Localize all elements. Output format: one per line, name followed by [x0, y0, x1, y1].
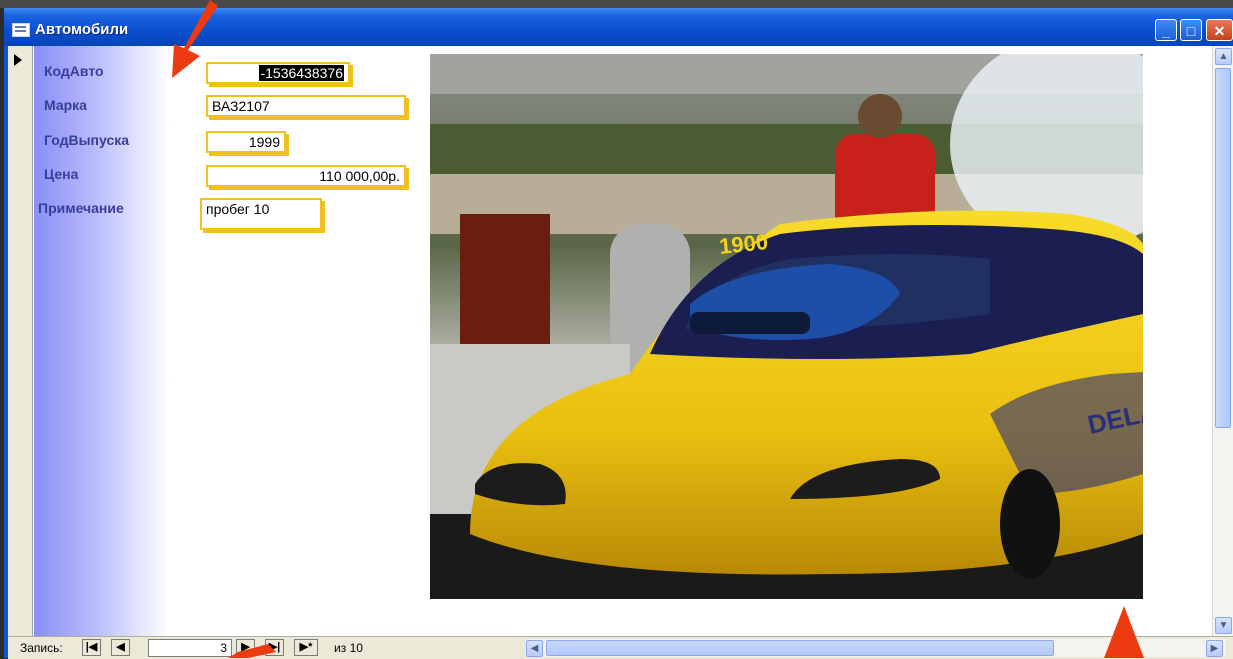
first-record-icon: |◀ — [85, 641, 98, 653]
field-cena[interactable]: 110 000,00р. — [206, 165, 406, 187]
prev-record-button[interactable]: ◀ — [111, 639, 130, 656]
new-record-icon: ▶* — [299, 641, 313, 653]
label-kodavto: КодАвто — [44, 63, 104, 79]
desktop-strip — [0, 0, 1233, 8]
chevron-down-icon: ▼ — [1218, 620, 1229, 631]
first-record-button[interactable]: |◀ — [82, 639, 101, 656]
field-godvypuska[interactable]: 1999 — [206, 131, 286, 153]
close-icon: ✕ — [1213, 23, 1226, 39]
car-photo[interactable]: 1900 DELA — [430, 54, 1143, 599]
svg-text:1900: 1900 — [718, 229, 769, 259]
horizontal-scrollbar[interactable]: ◀ ▶ — [526, 639, 1226, 657]
form-body: КодАвто -1536438376 Марка ВАЗ2107 ГодВып… — [8, 46, 1233, 659]
car-photo-image: 1900 DELA — [430, 54, 1143, 599]
label-marka: Марка — [44, 97, 87, 113]
scroll-right-button[interactable]: ▶ — [1206, 640, 1223, 657]
field-kodavto-value: -1536438376 — [259, 65, 344, 81]
minimize-icon: _ — [1162, 23, 1170, 39]
maximize-button[interactable]: □ — [1180, 19, 1202, 41]
last-record-icon: ▶| — [268, 641, 281, 653]
last-record-button[interactable]: ▶| — [265, 639, 284, 656]
next-record-button[interactable]: ▶ — [236, 639, 255, 656]
vertical-scrollbar[interactable]: ▲ ▼ — [1212, 46, 1233, 636]
form-window: Автомобили _ □ ✕ КодАвто -1536438376 Мар… — [4, 8, 1233, 659]
label-godvypuska: ГодВыпуска — [44, 132, 130, 148]
new-record-button[interactable]: ▶* — [294, 639, 318, 656]
minimize-button[interactable]: _ — [1155, 19, 1177, 41]
chevron-left-icon: ◀ — [530, 643, 539, 654]
close-button[interactable]: ✕ — [1206, 19, 1233, 41]
current-record-icon — [14, 54, 22, 66]
window-title: Автомобили — [35, 21, 129, 38]
maximize-icon: □ — [1186, 23, 1196, 39]
title-bar[interactable]: Автомобили _ □ ✕ — [4, 8, 1233, 46]
total-records: 10 — [349, 641, 363, 655]
horizontal-scroll-thumb[interactable] — [546, 640, 1054, 656]
label-cena: Цена — [44, 166, 79, 182]
record-count: из 10 — [334, 641, 363, 655]
vertical-scroll-thumb[interactable] — [1215, 68, 1231, 428]
field-primechanie[interactable]: пробег 10 — [200, 198, 322, 230]
field-kodavto[interactable]: -1536438376 — [206, 62, 350, 84]
record-label: Запись: — [20, 641, 63, 655]
scroll-left-button[interactable]: ◀ — [526, 640, 543, 657]
record-selector[interactable] — [8, 46, 33, 636]
record-navigation-bar: Запись: |◀ ◀ 3 ▶ ▶| ▶* из 10 ◀ ▶ — [8, 636, 1233, 659]
of-label: из — [334, 641, 347, 655]
prev-record-icon: ◀ — [116, 641, 125, 653]
chevron-right-icon: ▶ — [1210, 643, 1219, 654]
form-icon[interactable] — [12, 23, 30, 37]
next-record-icon: ▶ — [241, 641, 250, 653]
record-number-input[interactable]: 3 — [148, 639, 232, 657]
label-primechanie: Примечание — [38, 200, 124, 216]
chevron-up-icon: ▲ — [1218, 51, 1229, 62]
scroll-down-button[interactable]: ▼ — [1215, 617, 1232, 634]
field-marka[interactable]: ВАЗ2107 — [206, 95, 406, 117]
scroll-up-button[interactable]: ▲ — [1215, 48, 1232, 65]
